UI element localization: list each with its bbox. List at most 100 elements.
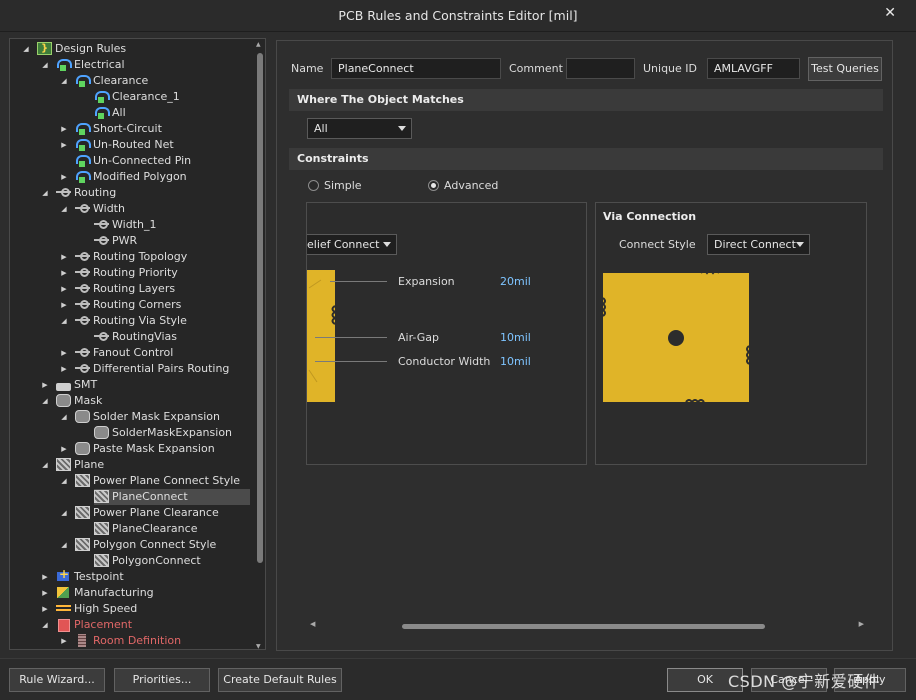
expand-arrow-icon[interactable]: ▶ [59, 121, 69, 137]
expand-arrow-icon[interactable]: ▶ [40, 601, 50, 617]
expand-collapse-icon[interactable]: ◢ [59, 409, 69, 425]
tree-item-label: Paste Mask Expansion [93, 442, 215, 455]
routing-icon [75, 202, 90, 215]
tree-item-paste-mask-expansion[interactable]: ▶ Paste Mask Expansion [61, 441, 215, 457]
conductor-width-value[interactable]: 10mil [500, 355, 531, 368]
expand-collapse-icon[interactable]: ◢ [59, 313, 69, 329]
constraints-hscrollbar[interactable]: ◀ ▶ [306, 620, 866, 632]
testpoint-icon [56, 566, 71, 583]
expand-collapse-icon[interactable]: ◢ [59, 537, 69, 553]
expand-arrow-icon[interactable]: ▶ [59, 361, 69, 377]
tree-item-electrical[interactable]: ◢ Electrical [42, 57, 125, 73]
tree-item-design-rules[interactable]: ◢ Design Rules [23, 41, 127, 57]
tree-item-power-plane-connect-style[interactable]: ◢ Power Plane Connect Style [61, 473, 240, 489]
expand-collapse-icon[interactable]: ◢ [40, 393, 50, 409]
expand-collapse-icon[interactable]: ◢ [40, 457, 50, 473]
simple-label: Simple [324, 179, 362, 192]
tree-item-label: Differential Pairs Routing [93, 362, 230, 375]
expand-arrow-icon[interactable]: ▶ [59, 281, 69, 297]
expand-collapse-icon[interactable]: ◢ [59, 73, 69, 89]
tree-item-placement[interactable]: ◢ Placement [42, 617, 132, 633]
expand-collapse-icon[interactable]: ◢ [40, 617, 50, 633]
expand-collapse-icon[interactable]: ◢ [40, 185, 50, 201]
tree-item-width[interactable]: ◢ Width [61, 201, 125, 217]
scroll-left-arrow-icon[interactable]: ◀ [310, 620, 315, 628]
tree-item-label: Design Rules [55, 42, 127, 55]
plane-icon [94, 522, 109, 535]
expand-arrow-icon[interactable]: ▶ [59, 345, 69, 361]
tree-item-differential-pairs-routing[interactable]: ▶ Differential Pairs Routing [61, 361, 230, 377]
scroll-down-arrow-icon[interactable]: ▼ [256, 643, 261, 649]
tree-item-pwr[interactable]: PWR [94, 233, 137, 249]
create-default-rules-button[interactable]: Create Default Rules [218, 668, 342, 692]
airgap-value[interactable]: 10mil [500, 331, 531, 344]
expansion-value[interactable]: 20mil [500, 275, 531, 288]
tree-item-short-circuit[interactable]: ▶ Short-Circuit [61, 121, 162, 137]
expand-arrow-icon[interactable]: ▶ [40, 377, 50, 393]
tree-item-all[interactable]: All [94, 105, 126, 121]
tree-item-routing-via-style[interactable]: ◢ Routing Via Style [61, 313, 187, 329]
expand-collapse-icon[interactable]: ◢ [59, 473, 69, 489]
tree-scrollbar[interactable]: ▲ ▼ [256, 41, 263, 649]
tree-item-room-definition[interactable]: ▶ Room Definition [61, 633, 181, 649]
via-connect-style-dropdown[interactable]: Direct Connect [707, 234, 810, 255]
tree-item-power-plane-clearance[interactable]: ◢ Power Plane Clearance [61, 505, 219, 521]
tree-item-label: High Speed [74, 602, 138, 615]
comment-field[interactable] [566, 58, 635, 79]
connect-style-dropdown[interactable]: elief Connect [307, 234, 397, 255]
expand-arrow-icon[interactable]: ▶ [59, 297, 69, 313]
tree-item-un-connected-pin[interactable]: Un-Connected Pin [75, 153, 191, 169]
simple-radio[interactable] [308, 180, 319, 191]
rule-wizard-button[interactable]: Rule Wizard... [9, 668, 105, 692]
tree-item-smt[interactable]: ▶ SMT [42, 377, 97, 393]
close-icon[interactable]: ✕ [884, 5, 896, 21]
expand-arrow-icon[interactable]: ▶ [59, 441, 69, 457]
expand-arrow-icon[interactable]: ▶ [59, 169, 69, 185]
expand-arrow-icon[interactable]: ▶ [59, 265, 69, 281]
tree-item-width-1[interactable]: Width_1 [94, 217, 156, 233]
tree-item-solder-mask-expansion[interactable]: ◢ Solder Mask Expansion [61, 409, 220, 425]
tree-item-routing-layers[interactable]: ▶ Routing Layers [61, 281, 175, 297]
tree-item-routing-corners[interactable]: ▶ Routing Corners [61, 297, 181, 313]
tree-scroll-thumb[interactable] [257, 53, 263, 563]
tree-item-un-routed-net[interactable]: ▶ Un-Routed Net [61, 137, 174, 153]
priorities-button[interactable]: Priorities... [114, 668, 210, 692]
unique-id-field[interactable]: AMLAVGFF [707, 58, 800, 79]
name-field[interactable]: PlaneConnect [331, 58, 501, 79]
scroll-up-arrow-icon[interactable]: ▲ [256, 41, 261, 48]
tree-item-modified-polygon[interactable]: ▶ Modified Polygon [61, 169, 187, 185]
expand-arrow-icon[interactable]: ▶ [40, 585, 50, 601]
tree-item-routing-priority[interactable]: ▶ Routing Priority [61, 265, 178, 281]
tree-item-label: Modified Polygon [93, 170, 187, 183]
plane-icon [94, 554, 109, 567]
advanced-radio[interactable] [428, 180, 439, 191]
tree-item-mask[interactable]: ◢ Mask [42, 393, 102, 409]
tree-item-routing[interactable]: ◢ Routing [42, 185, 116, 201]
expand-collapse-icon[interactable]: ◢ [59, 201, 69, 217]
tree-item-routing-topology[interactable]: ▶ Routing Topology [61, 249, 187, 265]
tree-item-fanout-control[interactable]: ▶ Fanout Control [61, 345, 173, 361]
tree-item-high-speed[interactable]: ▶ High Speed [42, 601, 138, 617]
where-matches-dropdown[interactable]: All [307, 118, 412, 139]
tree-item-manufacturing[interactable]: ▶ Manufacturing [42, 585, 153, 601]
tree-item-planeclearance[interactable]: PlaneClearance [94, 521, 197, 537]
test-queries-button[interactable]: Test Queries [808, 57, 882, 81]
tree-item-clearance-1[interactable]: Clearance_1 [94, 89, 180, 105]
tree-item-polygonconnect[interactable]: PolygonConnect [94, 553, 201, 569]
expand-arrow-icon[interactable]: ▶ [59, 249, 69, 265]
expand-collapse-icon[interactable]: ◢ [59, 505, 69, 521]
expand-arrow-icon[interactable]: ▶ [59, 137, 69, 153]
tree-item-soldermaskexpansion[interactable]: SolderMaskExpansion [94, 425, 232, 441]
tree-item-clearance[interactable]: ◢ Clearance [61, 73, 148, 89]
expand-collapse-icon[interactable]: ◢ [21, 41, 31, 57]
tree-item-plane[interactable]: ◢ Plane [42, 457, 104, 473]
tree-item-polygon-connect-style[interactable]: ◢ Polygon Connect Style [61, 537, 216, 553]
hscroll-thumb[interactable] [402, 624, 765, 629]
scroll-right-arrow-icon[interactable]: ▶ [859, 620, 864, 628]
tree-item-routingvias[interactable]: RoutingVias [94, 329, 177, 345]
expand-arrow-icon[interactable]: ▶ [59, 633, 69, 649]
tree-item-planeconnect[interactable]: PlaneConnect [94, 489, 250, 505]
expand-collapse-icon[interactable]: ◢ [40, 57, 50, 73]
tree-item-testpoint[interactable]: ▶ Testpoint [42, 566, 123, 585]
expand-arrow-icon[interactable]: ▶ [40, 569, 50, 585]
